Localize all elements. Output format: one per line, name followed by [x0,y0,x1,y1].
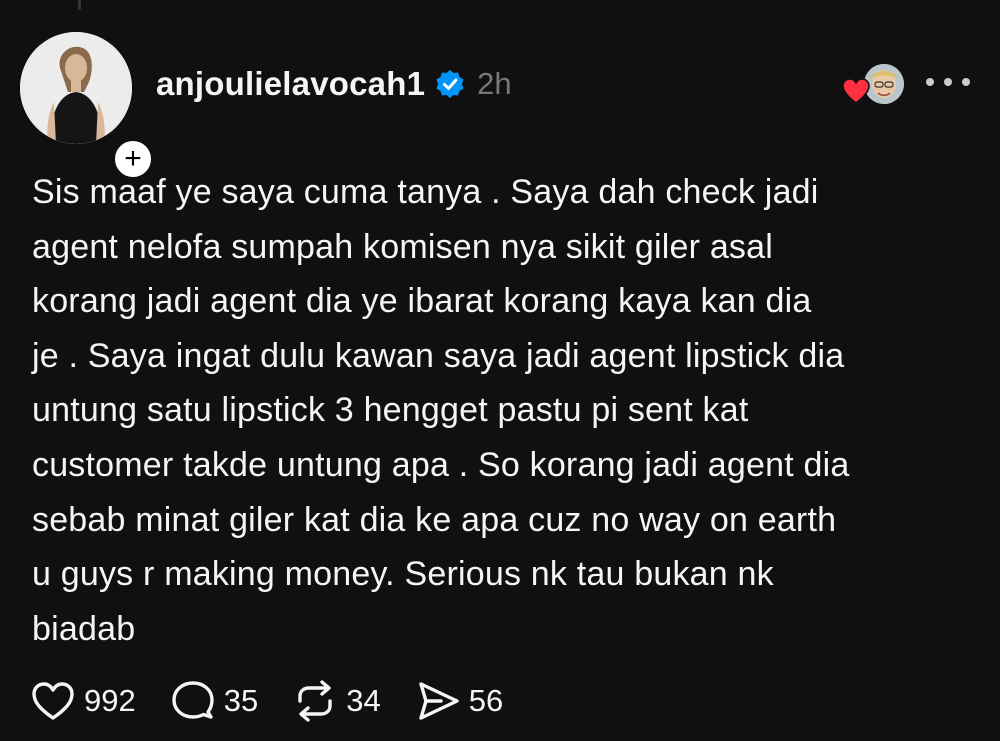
liker-avatar [864,64,904,104]
more-options-button[interactable] [926,70,970,94]
author-username[interactable]: anjoulielavocah1 [156,65,425,103]
like-count: 992 [84,683,136,718]
repost-icon [298,680,332,722]
author-avatar-container[interactable]: + [20,32,156,182]
reply-button[interactable]: 35 [170,679,258,723]
post-text-line: agent nelofa sumpah komisen nya sikit gi… [32,227,773,266]
post-text-line: u guys r making money. Serious nk tau bu… [32,555,774,594]
post-body-text: Sis maaf ye saya cuma tanya . Saya dah c… [32,165,982,656]
post-text-line: sebab minat giler kat dia ke apa cuz no … [32,500,837,539]
post-actions-bar: 992 35 34 56 [30,676,537,726]
heart-icon [32,682,74,720]
repost-button[interactable]: 34 [292,679,381,723]
post-text-line: untung satu lipstick 3 hengget pastu pi … [32,391,749,430]
reply-count: 35 [223,683,259,718]
send-icon [419,682,459,720]
heart-filled-icon [842,78,870,104]
share-count: 56 [468,683,504,718]
share-button[interactable]: 56 [415,679,503,723]
author-avatar[interactable] [20,32,132,144]
comment-icon [172,681,214,719]
post-timestamp: 2h [477,66,512,101]
liked-by-indicator[interactable] [842,62,906,108]
post-text-line: korang jadi agent dia ye ibarat korang k… [32,282,812,321]
repost-count: 34 [346,683,381,718]
post-text-line: customer takde untung apa . So korang ja… [32,445,850,484]
avatar-photo-icon [20,32,132,144]
more-dot-icon [962,78,970,86]
post-header: anjoulielavocah1 2h [156,64,512,104]
post-text-line: je . Saya ingat dulu kawan saya jadi age… [32,336,845,375]
more-dot-icon [926,78,934,86]
post-text-line: biadab [32,609,136,648]
more-dot-icon [944,78,952,86]
verified-badge-icon [435,69,465,99]
like-button[interactable]: 992 [30,680,136,722]
thread-connector-line [78,0,81,10]
post-text-line: Sis maaf ye saya cuma tanya . Saya dah c… [32,173,819,211]
